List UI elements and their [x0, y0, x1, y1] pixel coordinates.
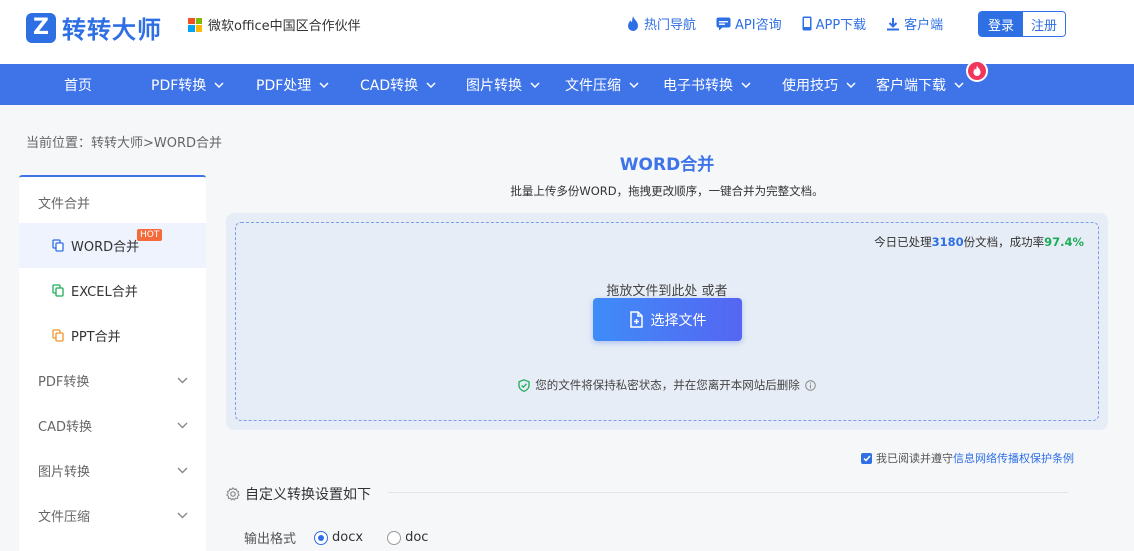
shield-check-icon: [518, 378, 530, 392]
sidebar-category-pdf[interactable]: PDF转换: [19, 358, 206, 403]
chevron-down-icon: [954, 81, 964, 88]
check-icon: [862, 455, 871, 462]
chevron-down-icon: [177, 512, 188, 519]
register-button[interactable]: 注册: [1023, 12, 1065, 36]
select-file-button[interactable]: 选择文件: [593, 298, 742, 341]
partner-text: 微软office中国区合作伙伴: [208, 19, 361, 34]
hot-badge: HOT: [137, 229, 163, 241]
processing-stats: 今日已处理3180份文档，成功率97.4%: [874, 235, 1084, 249]
download-icon: [887, 17, 900, 30]
privacy-notice: 您的文件将保持私密状态，并在您离开本网站后删除: [236, 377, 1098, 393]
logo-text: 转转大师: [62, 16, 162, 44]
nav-file-compress[interactable]: 文件压缩: [565, 64, 639, 105]
hot-flame-badge-icon: [966, 60, 988, 82]
file-drop-zone[interactable]: 今日已处理3180份文档，成功率97.4% 拖放文件到此处 或者 选择文件 您的…: [235, 222, 1099, 421]
client-link[interactable]: 客户端: [886, 14, 943, 33]
drop-hint: 拖放文件到此处 或者: [606, 284, 728, 299]
chevron-down-icon: [426, 81, 436, 88]
nav-pdf-process[interactable]: PDF处理: [256, 64, 329, 105]
chevron-down-icon: [846, 81, 856, 88]
site-logo[interactable]: Z 转转大师: [26, 10, 162, 45]
sidebar: 文件合并 WORD合并 HOT EXCEL合并 PPT合并 PDF转换 CAD转…: [19, 175, 206, 551]
nav-cad-convert[interactable]: CAD转换: [360, 64, 436, 105]
gear-icon: [226, 487, 240, 501]
breadcrumb: 当前位置：转转大师>WORD合并: [26, 136, 223, 151]
document-icon: [52, 239, 64, 252]
radio-button[interactable]: [314, 530, 329, 545]
microsoft-logo-icon: [188, 17, 202, 32]
sidebar-item-label: WORD合并: [71, 240, 140, 255]
flame-icon: [628, 15, 638, 31]
output-format-row: 输出格式 docx doc: [244, 528, 452, 547]
agreement-checkbox-row[interactable]: 我已阅读并遵守 信息网络传播权保护条例: [861, 450, 1074, 466]
sidebar-item-excel-merge[interactable]: EXCEL合并: [19, 268, 206, 313]
chat-bubble-icon: [716, 17, 731, 30]
chevron-down-icon: [177, 377, 188, 384]
settings-header: 自定义转换设置如下: [226, 484, 371, 504]
sidebar-item-ppt-merge[interactable]: PPT合并: [19, 313, 206, 358]
sidebar-item-word-merge[interactable]: WORD合并 HOT: [19, 223, 206, 268]
chevron-down-icon: [177, 422, 188, 429]
chevron-down-icon: [741, 81, 751, 88]
hot-nav-link[interactable]: 热门导航: [626, 14, 696, 33]
app-download-link[interactable]: APP下载: [802, 14, 866, 33]
nav-pdf-convert[interactable]: PDF转换: [151, 64, 224, 105]
nav-client-download[interactable]: 客户端下载: [876, 64, 964, 105]
radio-button[interactable]: [387, 530, 402, 545]
sidebar-category-cad[interactable]: CAD转换: [19, 403, 206, 448]
auth-buttons: 登录 注册: [978, 11, 1066, 37]
chevron-down-icon: [177, 467, 188, 474]
main-nav: 首页 PDF转换 PDF处理 CAD转换 图片转换 文件压缩 电子书转换 使用技…: [0, 64, 1134, 105]
format-option-docx[interactable]: docx: [314, 530, 363, 545]
sidebar-group-title: 文件合并: [38, 197, 91, 212]
settings-divider: [388, 492, 1068, 493]
top-links: 热门导航 API咨询 APP下载 客户端: [626, 14, 963, 33]
sidebar-item-label: PPT合并: [71, 330, 121, 345]
top-header: Z 转转大师 微软office中国区合作伙伴 热门导航 API咨询 APP下载 …: [0, 0, 1134, 64]
logo-z-icon: Z: [26, 12, 56, 43]
sidebar-category-image[interactable]: 图片转换: [19, 448, 206, 493]
nav-tips[interactable]: 使用技巧: [782, 64, 856, 105]
document-icon: [52, 284, 64, 297]
processed-count: 3180: [931, 235, 964, 249]
sidebar-category-compress[interactable]: 文件压缩: [19, 493, 206, 538]
nav-home[interactable]: 首页: [64, 64, 92, 105]
chevron-down-icon: [629, 81, 639, 88]
info-icon[interactable]: [804, 379, 816, 391]
phone-icon: [802, 16, 812, 31]
chevron-down-icon: [530, 81, 540, 88]
file-add-icon: [629, 311, 643, 328]
agreement-checkbox[interactable]: [861, 452, 872, 464]
nav-image-convert[interactable]: 图片转换: [466, 64, 540, 105]
nav-ebook-convert[interactable]: 电子书转换: [663, 64, 751, 105]
format-option-doc[interactable]: doc: [387, 530, 428, 545]
document-icon: [52, 329, 64, 342]
partner-badge: 微软office中国区合作伙伴: [188, 15, 361, 34]
chevron-down-icon: [214, 81, 224, 88]
page-subtitle: 批量上传多份WORD，拖拽更改顺序，一键合并为完整文档。: [510, 184, 824, 198]
upload-panel: 今日已处理3180份文档，成功率97.4% 拖放文件到此处 或者 选择文件 您的…: [226, 213, 1108, 430]
sidebar-item-label: EXCEL合并: [71, 285, 138, 300]
login-button[interactable]: 登录: [979, 12, 1023, 36]
agreement-link[interactable]: 信息网络传播权保护条例: [953, 450, 1074, 466]
chevron-down-icon: [319, 81, 329, 88]
output-format-label: 输出格式: [244, 532, 297, 547]
page-title: WORD合并: [619, 155, 715, 175]
success-rate: 97.4%: [1044, 235, 1084, 249]
api-consult-link[interactable]: API咨询: [716, 14, 782, 33]
